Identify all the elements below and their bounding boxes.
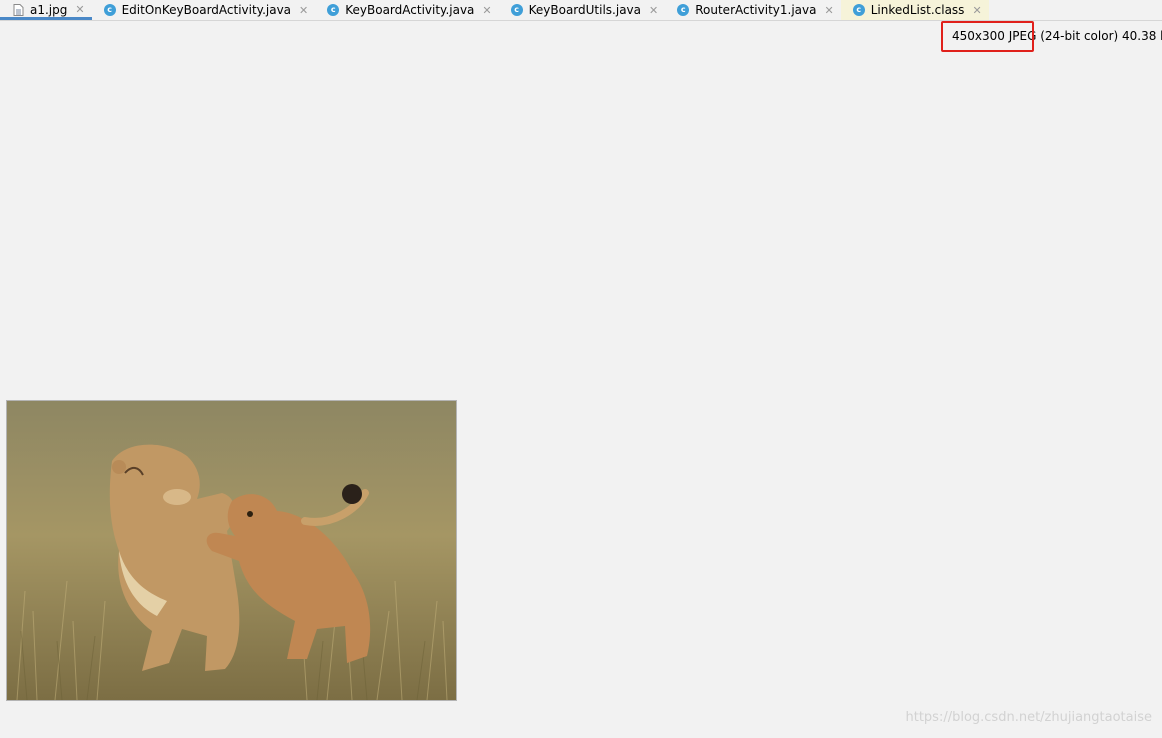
editor-tab-bar: a1.jpg ✕ c EditOnKeyBoardActivity.java ✕…: [0, 0, 1162, 21]
image-file-icon: [12, 3, 24, 16]
tab-label: KeyBoardActivity.java: [345, 3, 475, 17]
image-preview: [6, 400, 457, 701]
close-icon[interactable]: ✕: [824, 4, 833, 17]
image-details: (24-bit color) 40.38 k: [1036, 29, 1162, 43]
close-icon[interactable]: ✕: [482, 4, 491, 17]
close-icon[interactable]: ✕: [972, 4, 981, 17]
close-icon[interactable]: ✕: [649, 4, 658, 17]
tab-editonkeyboardactivity-java[interactable]: c EditOnKeyBoardActivity.java ✕: [92, 0, 316, 20]
class-icon: c: [852, 4, 865, 16]
annotation-highlight-box: [941, 21, 1034, 52]
tab-label: LinkedList.class: [870, 3, 965, 17]
close-icon[interactable]: ✕: [299, 4, 308, 17]
watermark-text: https://blog.csdn.net/zhujiangtaotaise: [905, 710, 1152, 725]
close-icon[interactable]: ✕: [75, 3, 84, 16]
class-icon: c: [510, 4, 523, 16]
tab-keyboardactivity-java[interactable]: c KeyBoardActivity.java ✕: [315, 0, 498, 20]
tab-a1-jpg[interactable]: a1.jpg ✕: [0, 0, 92, 20]
class-icon: c: [327, 4, 340, 16]
tab-linkedlist-class[interactable]: c LinkedList.class ✕: [840, 0, 989, 20]
lions-photo: [7, 401, 456, 700]
tab-routeractivity1-java[interactable]: c RouterActivity1.java ✕: [665, 0, 840, 20]
tab-label: RouterActivity1.java: [695, 3, 817, 17]
tab-keyboardutils-java[interactable]: c KeyBoardUtils.java ✕: [499, 0, 666, 20]
tab-label: EditOnKeyBoardActivity.java: [121, 3, 292, 17]
class-icon: c: [103, 4, 116, 16]
tab-label: KeyBoardUtils.java: [528, 3, 642, 17]
class-icon: c: [677, 4, 690, 16]
tab-label: a1.jpg: [30, 2, 68, 17]
